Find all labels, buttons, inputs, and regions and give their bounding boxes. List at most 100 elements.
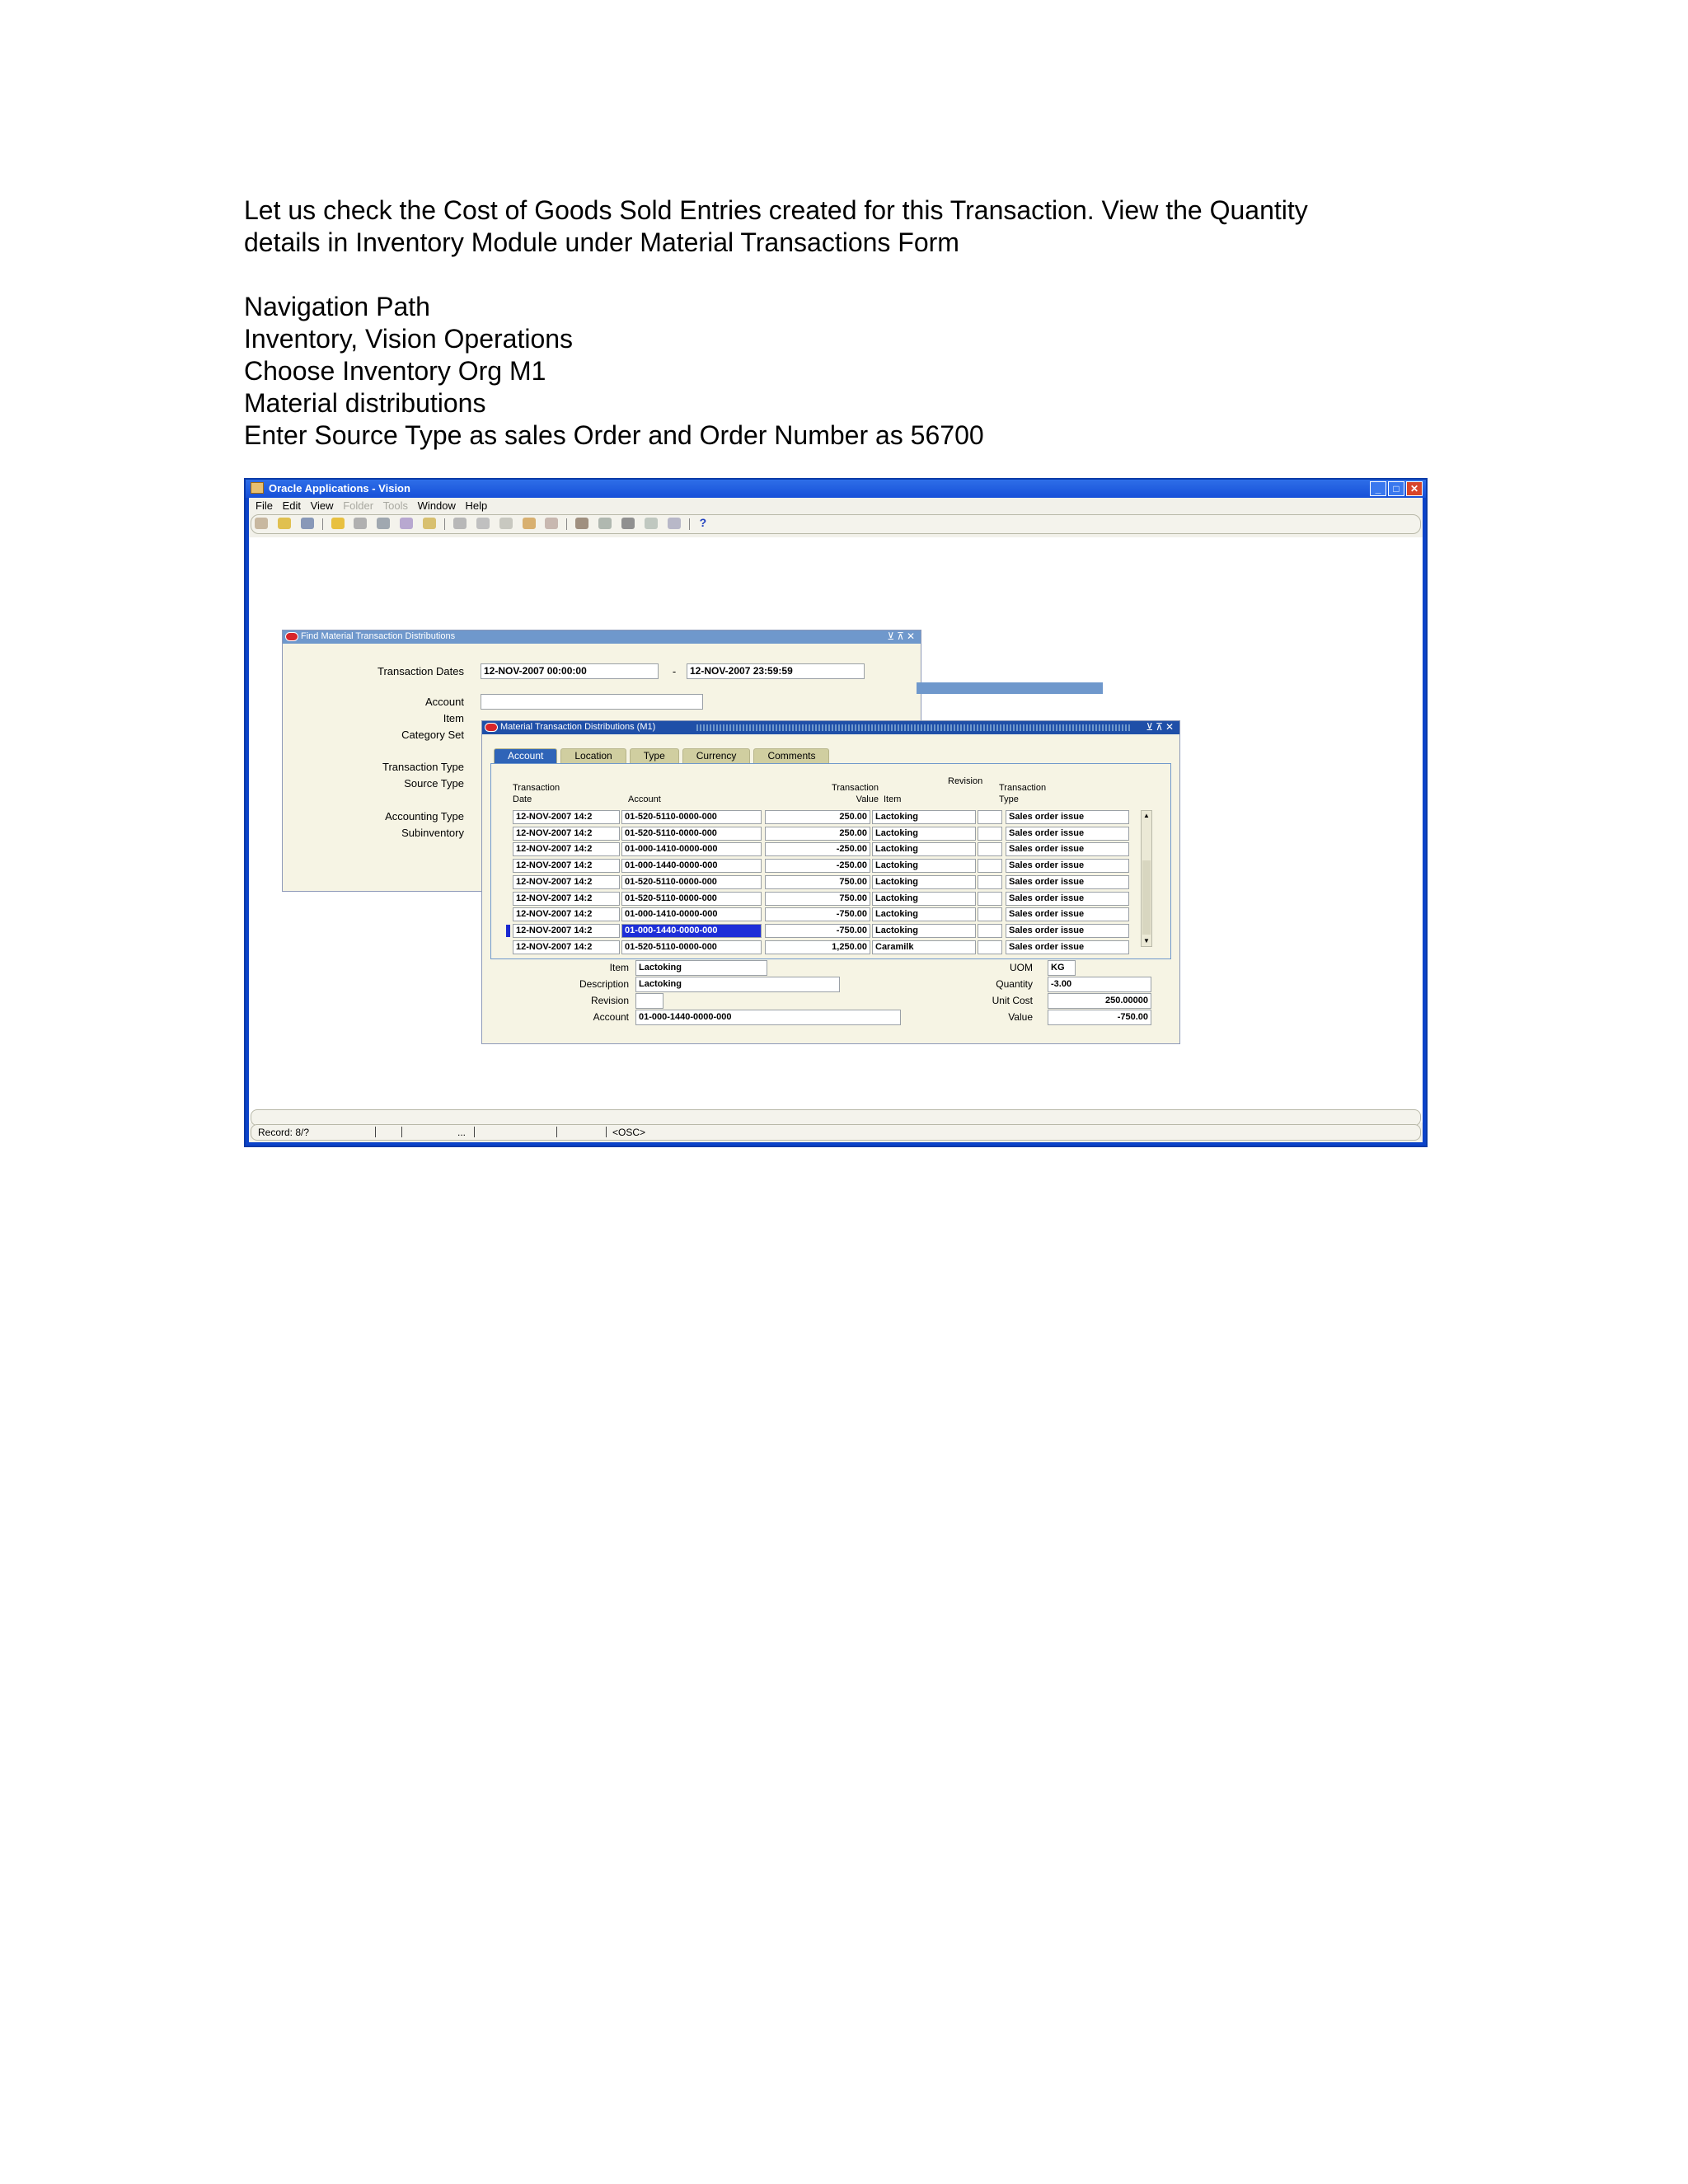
scroll-thumb[interactable] xyxy=(1142,860,1151,935)
translations-icon[interactable] xyxy=(621,518,635,529)
detail-value-field[interactable]: -750.00 xyxy=(1048,1010,1151,1025)
cell-item[interactable]: Caramilk xyxy=(872,940,976,954)
cell-type[interactable]: Sales order issue xyxy=(1006,907,1129,922)
cell-rev[interactable] xyxy=(978,810,1002,824)
detail-quantity-field[interactable]: -3.00 xyxy=(1048,977,1151,992)
cell-type[interactable]: Sales order issue xyxy=(1006,874,1129,889)
save-icon[interactable] xyxy=(354,518,368,529)
paste-icon[interactable] xyxy=(499,518,513,529)
cell-type[interactable]: Sales order issue xyxy=(1006,891,1129,906)
window-controls-icon[interactable]: ⊻⊼✕ xyxy=(1146,721,1176,733)
cell-item[interactable]: Lactoking xyxy=(872,842,976,857)
cell-date[interactable]: 12-NOV-2007 14:2 xyxy=(513,891,620,906)
cut-icon[interactable] xyxy=(452,518,467,529)
cell-value[interactable]: 1,250.00 xyxy=(765,940,870,954)
cell-item[interactable]: Lactoking xyxy=(872,923,976,938)
menu-window[interactable]: Window xyxy=(418,499,456,512)
edit-field-icon[interactable] xyxy=(575,518,589,529)
cell-rev[interactable] xyxy=(978,826,1002,841)
close-form-icon[interactable] xyxy=(423,518,437,529)
detail-uom-field[interactable]: KG xyxy=(1048,960,1076,976)
window-controls-icon[interactable]: ⊻⊼✕ xyxy=(887,630,917,642)
account-field[interactable] xyxy=(481,694,703,710)
cell-type[interactable]: Sales order issue xyxy=(1006,940,1129,954)
cell-value[interactable]: -750.00 xyxy=(765,907,870,922)
print-preview-icon[interactable] xyxy=(400,518,414,529)
cell-value[interactable]: -750.00 xyxy=(765,923,870,938)
cell-item[interactable]: Lactoking xyxy=(872,859,976,874)
cell-type[interactable]: Sales order issue xyxy=(1006,923,1129,938)
copy-icon[interactable] xyxy=(476,518,490,529)
row-indicator[interactable] xyxy=(506,811,510,823)
detail-unit-cost-field[interactable]: 250.00000 xyxy=(1048,993,1151,1009)
cell-rev[interactable] xyxy=(978,907,1002,922)
cell-date[interactable]: 12-NOV-2007 14:2 xyxy=(513,859,620,874)
row-indicator[interactable] xyxy=(506,941,510,954)
menu-file[interactable]: File xyxy=(256,499,273,512)
cell-value[interactable]: 750.00 xyxy=(765,891,870,906)
detail-description-field[interactable]: Lactoking xyxy=(635,977,840,992)
cell-account[interactable]: 01-000-1440-0000-000 xyxy=(621,923,762,938)
app-titlebar[interactable]: Oracle Applications - Vision _ □ ✕ xyxy=(246,480,1426,498)
detail-item-field[interactable]: Lactoking xyxy=(635,960,767,976)
cell-item[interactable]: Lactoking xyxy=(872,874,976,889)
cell-date[interactable]: 12-NOV-2007 14:2 xyxy=(513,842,620,857)
cell-value[interactable]: 250.00 xyxy=(765,826,870,841)
cell-rev[interactable] xyxy=(978,842,1002,857)
cell-type[interactable]: Sales order issue xyxy=(1006,859,1129,874)
row-indicator[interactable] xyxy=(506,893,510,905)
help-icon[interactable]: ? xyxy=(700,516,707,529)
cell-item[interactable]: Lactoking xyxy=(872,907,976,922)
cell-type[interactable]: Sales order issue xyxy=(1006,842,1129,857)
tab-type[interactable]: Type xyxy=(629,748,679,763)
menu-view[interactable]: View xyxy=(311,499,334,512)
detail-account-field[interactable]: 01-000-1440-0000-000 xyxy=(635,1010,901,1025)
delete-record-icon[interactable] xyxy=(545,518,559,529)
row-indicator[interactable] xyxy=(506,876,510,888)
cell-account[interactable]: 01-000-1410-0000-000 xyxy=(621,907,762,922)
tab-account[interactable]: Account xyxy=(494,748,558,763)
cell-rev[interactable] xyxy=(978,940,1002,954)
cell-rev[interactable] xyxy=(978,891,1002,906)
row-indicator[interactable] xyxy=(506,924,510,937)
clear-record-icon[interactable] xyxy=(522,518,536,529)
cell-date[interactable]: 12-NOV-2007 14:2 xyxy=(513,826,620,841)
cell-value[interactable]: -250.00 xyxy=(765,842,870,857)
close-icon[interactable]: ✕ xyxy=(1406,481,1423,496)
cell-value[interactable]: 250.00 xyxy=(765,810,870,824)
row-indicator[interactable] xyxy=(506,908,510,921)
cell-item[interactable]: Lactoking xyxy=(872,891,976,906)
cell-account[interactable]: 01-520-5110-0000-000 xyxy=(621,810,762,824)
cell-value[interactable]: -250.00 xyxy=(765,859,870,874)
zoom-icon[interactable] xyxy=(598,518,612,529)
cell-item[interactable]: Lactoking xyxy=(872,810,976,824)
scroll-up-icon[interactable]: ▲ xyxy=(1142,811,1151,821)
navigator-icon[interactable] xyxy=(300,518,314,529)
tab-location[interactable]: Location xyxy=(560,748,626,763)
minimize-icon[interactable]: _ xyxy=(1370,481,1386,496)
print-icon[interactable] xyxy=(377,518,391,529)
cell-item[interactable]: Lactoking xyxy=(872,826,976,841)
menu-help[interactable]: Help xyxy=(466,499,488,512)
cell-account[interactable]: 01-000-1440-0000-000 xyxy=(621,859,762,874)
cell-rev[interactable] xyxy=(978,923,1002,938)
cell-account[interactable]: 01-520-5110-0000-000 xyxy=(621,826,762,841)
cell-account[interactable]: 01-000-1410-0000-000 xyxy=(621,842,762,857)
cell-date[interactable]: 12-NOV-2007 14:2 xyxy=(513,874,620,889)
open-icon[interactable] xyxy=(331,518,345,529)
date-from-field[interactable]: 12-NOV-2007 00:00:00 xyxy=(481,663,659,679)
cell-rev[interactable] xyxy=(978,874,1002,889)
row-indicator[interactable] xyxy=(506,860,510,872)
cell-value[interactable]: 750.00 xyxy=(765,874,870,889)
folder-tools-icon[interactable] xyxy=(667,518,681,529)
cell-date[interactable]: 12-NOV-2007 14:2 xyxy=(513,923,620,938)
cell-type[interactable]: Sales order issue xyxy=(1006,810,1129,824)
row-indicator[interactable] xyxy=(506,843,510,855)
cell-account[interactable]: 01-520-5110-0000-000 xyxy=(621,940,762,954)
tab-comments[interactable]: Comments xyxy=(753,748,830,763)
scroll-down-icon[interactable]: ▼ xyxy=(1142,936,1151,946)
cell-account[interactable]: 01-520-5110-0000-000 xyxy=(621,891,762,906)
tab-currency[interactable]: Currency xyxy=(682,748,751,763)
distributions-titlebar[interactable]: Material Transaction Distributions (M1) … xyxy=(482,721,1179,734)
attachments-icon[interactable] xyxy=(644,518,658,529)
